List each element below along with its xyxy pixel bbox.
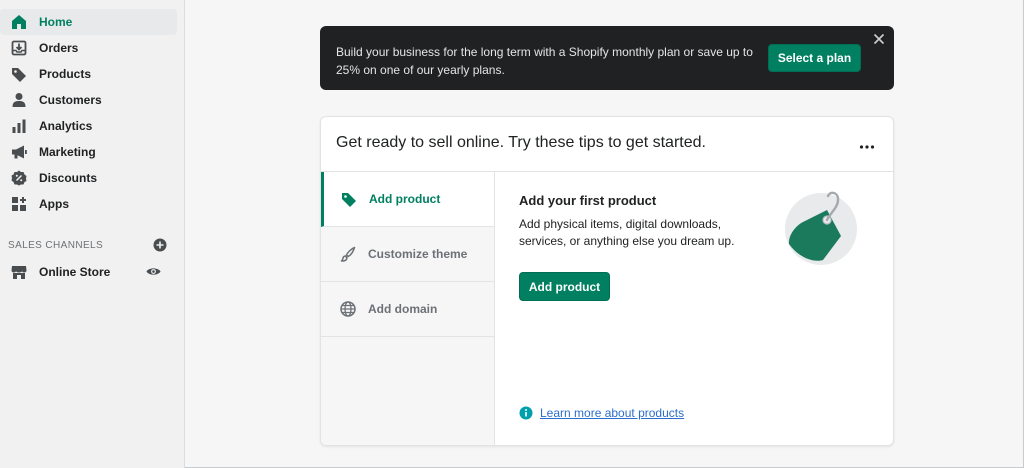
banner-text: Build your business for the long term wi… xyxy=(336,45,753,77)
price-tag-illustration xyxy=(783,189,859,267)
sidebar: Home Orders Products Customers Analytics… xyxy=(0,0,185,468)
add-product-button[interactable]: Add product xyxy=(519,272,610,301)
eye-icon[interactable] xyxy=(146,264,161,282)
sidebar-item-label: Online Store xyxy=(39,265,111,279)
sidebar-item-label: Discounts xyxy=(39,171,98,185)
tips-tab-list: Add product Customize theme Add domain xyxy=(321,172,495,445)
home-icon xyxy=(11,14,27,30)
sidebar-item-label: Customers xyxy=(39,93,102,107)
sidebar-item-label: Apps xyxy=(39,197,69,211)
sidebar-item-home[interactable]: Home xyxy=(0,9,177,35)
megaphone-icon xyxy=(11,144,27,160)
more-options-icon[interactable] xyxy=(859,139,875,149)
bar-chart-icon xyxy=(11,118,27,134)
apps-icon xyxy=(11,196,27,212)
sidebar-item-online-store[interactable]: Online Store xyxy=(0,259,178,285)
setup-guide-card: Get ready to sell online. Try these tips… xyxy=(320,116,894,446)
content-description: Add physical items, digital downloads, s… xyxy=(519,217,735,248)
sidebar-item-analytics[interactable]: Analytics xyxy=(0,113,178,139)
globe-icon xyxy=(339,300,357,318)
learn-more-row: Learn more about products xyxy=(519,406,684,420)
sidebar-item-label: Home xyxy=(39,15,73,29)
sidebar-item-label: Analytics xyxy=(39,119,93,133)
tab-add-domain[interactable]: Add domain xyxy=(321,282,494,337)
tab-add-product[interactable]: Add product xyxy=(321,172,494,227)
card-title: Get ready to sell online. Try these tips… xyxy=(336,134,706,151)
learn-more-link[interactable]: Learn more about products xyxy=(540,406,684,420)
sidebar-item-orders[interactable]: Orders xyxy=(0,35,178,61)
upgrade-banner: Build your business for the long term wi… xyxy=(320,26,894,90)
person-icon xyxy=(11,92,27,108)
add-channel-icon[interactable] xyxy=(153,238,167,252)
tab-label: Add domain xyxy=(368,302,438,316)
tag-icon xyxy=(340,190,358,208)
sidebar-item-apps[interactable]: Apps xyxy=(0,191,178,217)
select-plan-button[interactable]: Select a plan xyxy=(768,44,861,72)
tag-icon xyxy=(11,66,27,82)
discount-icon xyxy=(11,170,27,186)
info-icon xyxy=(519,406,533,420)
content-title: Add your first product xyxy=(519,193,657,208)
store-icon xyxy=(11,264,27,280)
sidebar-item-marketing[interactable]: Marketing xyxy=(0,139,178,165)
sales-channels-header: SALES CHANNELS xyxy=(0,231,184,259)
sidebar-item-label: Products xyxy=(39,67,92,81)
sidebar-item-label: Marketing xyxy=(39,145,96,159)
sales-channels-heading: SALES CHANNELS xyxy=(8,239,104,251)
sidebar-item-products[interactable]: Products xyxy=(0,61,178,87)
close-icon[interactable] xyxy=(872,32,886,46)
sidebar-item-discounts[interactable]: Discounts xyxy=(0,165,178,191)
sidebar-item-customers[interactable]: Customers xyxy=(0,87,178,113)
sidebar-item-label: Orders xyxy=(39,41,79,55)
tab-label: Add product xyxy=(369,192,441,206)
tab-label: Customize theme xyxy=(368,247,468,261)
orders-icon xyxy=(11,40,27,56)
tab-customize-theme[interactable]: Customize theme xyxy=(321,227,494,282)
brush-icon xyxy=(339,245,357,263)
